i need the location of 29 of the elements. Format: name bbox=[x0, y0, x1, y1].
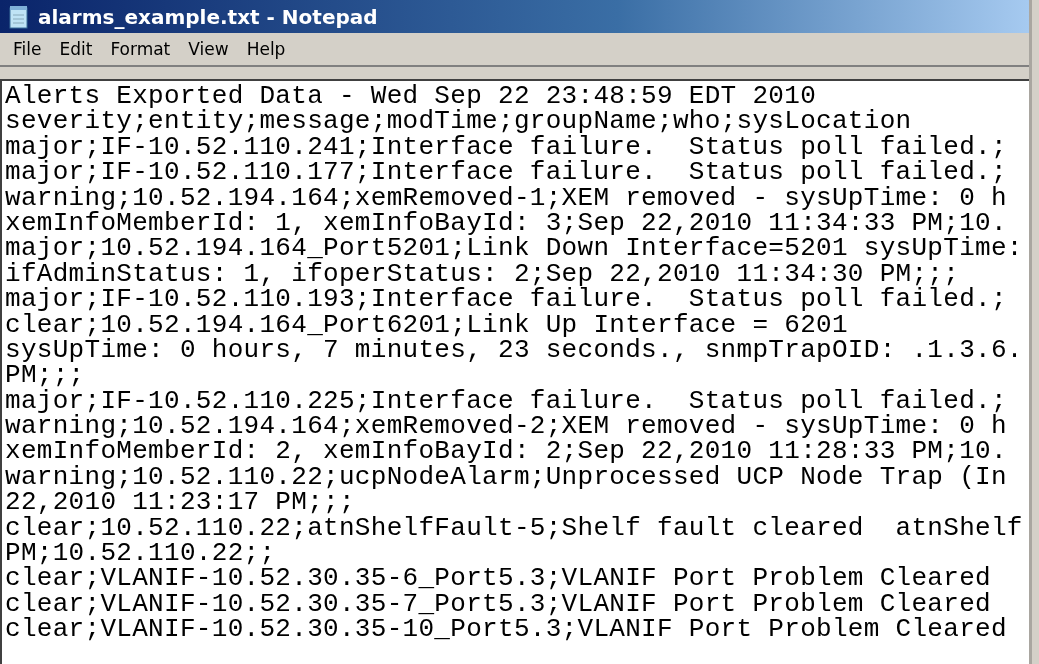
menu-item[interactable]: File bbox=[4, 37, 51, 61]
text-line: clear;VLANIF-10.52.30.35-6_Port5.3;VLANIF Port Problem Cleared bbox=[5, 566, 991, 592]
text-line: major;10.52.194.164_Port5201;Link Down Interface=5201 sysUpTime: bbox=[5, 236, 1023, 262]
menu-item[interactable]: Edit bbox=[50, 37, 102, 61]
text-line: ifAdminStatus: 1, ifoperStatus: 2;Sep 22,2010 11:34:30 PM;;; bbox=[5, 261, 960, 288]
text-line: major;IF-10.52.110.177;Interface failure. Status poll failed.; bbox=[5, 160, 1007, 186]
text-line: sysUpTime: 0 hours, 7 minutes, 23 seconds., snmpTrapOID: .1.3.6. bbox=[5, 337, 1023, 364]
text-line: clear;VLANIF-10.52.30.35-7_Port5.3;VLANIF Port Problem Cleared bbox=[5, 591, 991, 618]
text-line: PM;;; bbox=[5, 363, 85, 389]
text-line: clear;10.52.194.164_Port6201;Link Up Interface = 6201 bbox=[5, 312, 848, 338]
text-line: warning;10.52.110.22;ucpNodeAlarm;Unprocessed UCP Node Trap (In bbox=[5, 464, 1007, 491]
text-line: major;IF-10.52.110.241;Interface failure. Status poll failed.; bbox=[5, 134, 1007, 161]
text-line: xemInfoMemberId: 2, xemInfoBayId: 2;Sep 22,2010 11:28:33 PM;10. bbox=[5, 439, 1007, 465]
text-line: 22,2010 11:23:17 PM;;; bbox=[5, 490, 355, 516]
text-line: Alerts Exported Data - Wed Sep 22 23:48:59 EDT 2010 bbox=[5, 84, 817, 110]
text-line: clear;10.52.110.22;atnShelfFault-5;Shelf fault cleared atnShelf bbox=[5, 515, 1023, 542]
text-line: major;IF-10.52.110.193;Interface failure. Status poll failed.; bbox=[5, 287, 1007, 313]
text-line: xemInfoMemberId: 1, xemInfoBayId: 3;Sep 22,2010 11:34:33 PM;10. bbox=[5, 210, 1007, 237]
menu-item[interactable]: Format bbox=[101, 37, 180, 61]
text-line: warning;10.52.194.164;xemRemoved-2;XEM removed - sysUpTime: 0 h bbox=[5, 414, 1007, 440]
text-line: clear;VLANIF-10.52.30.35-10_Port5.3;VLANIF Port Problem Cleared bbox=[5, 617, 1007, 643]
text-line: PM;10.52.110.22;; bbox=[5, 541, 276, 567]
menu-item[interactable]: View bbox=[179, 37, 238, 61]
text-line: major;IF-10.52.110.225;Interface failure. Status poll failed.; bbox=[5, 388, 1007, 415]
window-title: alarms_example.txt - Notepad bbox=[38, 4, 378, 29]
text-line: severity;entity;message;modTime;groupName;who;sysLocation bbox=[5, 109, 912, 135]
menu-item[interactable]: Help bbox=[237, 37, 295, 61]
notepad-icon bbox=[8, 4, 30, 29]
text-line: warning;10.52.194.164;xemRemoved-1;XEM removed - sysUpTime: 0 h bbox=[5, 185, 1007, 211]
